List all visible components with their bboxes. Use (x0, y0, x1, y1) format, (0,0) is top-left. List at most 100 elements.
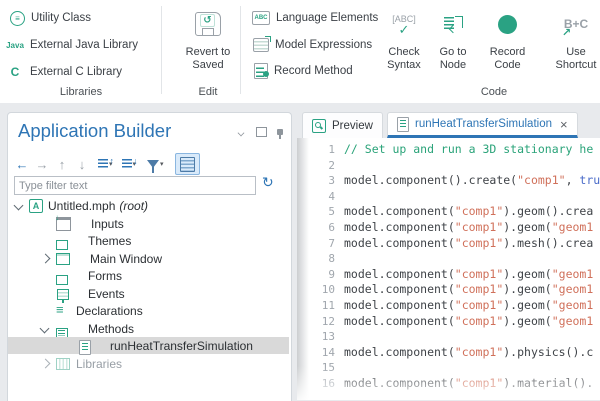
back-button[interactable]: ← (12, 157, 32, 172)
tab-preview[interactable]: Preview (302, 112, 383, 138)
code-text: model.component("comp1").geom().crea (344, 204, 593, 220)
revert-to-saved-label: Revert to Saved (180, 46, 236, 72)
code-line[interactable]: 3model.component().create("comp1", tru (297, 173, 600, 189)
tree-item-label: runHeatTransferSimulation (110, 339, 253, 353)
check-syntax-icon: [ABC] ✓ (392, 14, 416, 35)
main-window-icon (56, 253, 70, 265)
language-elements-button[interactable]: ABC Language Elements (252, 9, 378, 27)
code-line[interactable]: 10model.component("comp1").geom("geom1 (297, 282, 600, 298)
app-root-icon: A (29, 199, 43, 213)
code-text: model.component("comp1").geom("geom1 (344, 267, 593, 283)
ne-arrow-icon: ↗ (562, 27, 571, 39)
code-text: // Set up and run a 3D stationary he (344, 142, 593, 158)
code-text: model.component("comp1").geom("geom1 (344, 314, 593, 330)
application-builder-panel: Application Builder ← → ↑ ↓ ↑ ▾ ↓ ▾ ▾ ↻ … (7, 112, 292, 401)
go-to-node-icon (444, 16, 462, 32)
tree-item-methods[interactable]: Methods (8, 320, 289, 337)
record-code-button[interactable]: Record Code (481, 6, 534, 96)
tree-item-label: Events (88, 287, 125, 301)
code-line[interactable]: 6model.component("comp1").geom("geom1 (297, 220, 600, 236)
tree-item-run-heat-transfer-simulation[interactable]: runHeatTransferSimulation (8, 337, 289, 354)
external-java-library-button[interactable]: Java External Java Library (6, 36, 138, 54)
move-down-button[interactable]: ↓ (72, 157, 92, 172)
code-line[interactable]: 7model.component("comp1").mesh().crea (297, 236, 600, 252)
tab-label: Preview (332, 120, 373, 132)
use-shortcut-label: Use Shortcut (546, 46, 600, 72)
tree-item-main-window[interactable]: Main Window (8, 250, 289, 267)
tree-item-label: Untitled.mph (48, 199, 115, 213)
c-icon: C (6, 65, 24, 79)
move-up-button[interactable]: ↑ (52, 157, 72, 172)
refresh-icon[interactable]: ↻ (262, 174, 274, 191)
code-line[interactable]: 4 (297, 189, 600, 205)
record-method-label: Record Method (274, 65, 353, 77)
go-to-node-button[interactable]: Go to Node (431, 6, 475, 96)
record-method-icon (254, 63, 268, 79)
tree-item-libraries[interactable]: Libraries (8, 355, 289, 372)
expand-all-icon[interactable]: ↓ (122, 159, 132, 170)
external-c-library-button[interactable]: C External C Library (6, 63, 122, 81)
tree-item-declarations[interactable]: ≡ Declarations (8, 302, 289, 319)
code-line[interactable]: 12model.component("comp1").geom("geom1 (297, 314, 600, 330)
revert-to-saved-button[interactable]: ↺ Revert to Saved (180, 6, 236, 96)
tree-item-forms[interactable]: Forms (8, 267, 289, 284)
model-expressions-button[interactable]: Model Expressions (253, 36, 372, 54)
language-elements-label: Language Elements (276, 12, 378, 24)
code-lines: 1// Set up and run a 3D stationary he23m… (297, 142, 600, 392)
code-line[interactable]: 15 (297, 360, 600, 376)
expander-icon[interactable] (41, 359, 51, 369)
tree-item-label: Main Window (90, 252, 162, 266)
tree-item-label: Forms (88, 269, 122, 283)
code-editor[interactable]: 1// Set up and run a 3D stationary he23m… (297, 138, 600, 400)
code-line[interactable]: 11model.component("comp1").geom("geom1 (297, 298, 600, 314)
check-syntax-button[interactable]: [ABC] ✓ Check Syntax (379, 6, 429, 96)
use-shortcut-button[interactable]: B+C ↗ Use Shortcut (546, 6, 600, 96)
panel-pin-icon[interactable] (277, 129, 283, 135)
code-text: model.component("comp1").geom("geom1 (344, 282, 593, 298)
inputs-icon (56, 217, 71, 231)
filter-funnel-icon[interactable] (147, 160, 159, 168)
tree-item-label: Themes (88, 234, 131, 248)
checkmark-icon: ✓ (399, 24, 410, 35)
java-icon: Java (6, 41, 24, 50)
tree-item-root[interactable]: A Untitled.mph (root) (8, 197, 289, 214)
ribbon-group-separator (240, 6, 241, 94)
panel-chevron-down-icon[interactable] (238, 130, 246, 135)
show-panel-toggle-button[interactable] (175, 153, 200, 175)
record-method-button[interactable]: Record Method (254, 62, 353, 80)
forward-button[interactable]: → (32, 157, 52, 172)
code-line[interactable]: 8 (297, 251, 600, 267)
utility-class-label: Utility Class (31, 12, 91, 24)
tree-item-events[interactable]: Events (8, 285, 289, 302)
utility-class-button[interactable]: ≡ Utility Class (10, 9, 91, 27)
events-icon (57, 289, 69, 300)
ribbon: ≡ Utility Class Java External Java Libra… (0, 0, 600, 103)
code-text: model.component("comp1").geom("geom1 (344, 220, 593, 236)
declarations-icon: ≡ (56, 305, 64, 315)
code-text: model.component("comp1").physics().c (344, 345, 593, 361)
expander-icon[interactable] (14, 201, 24, 211)
tab-run-heat-transfer-simulation[interactable]: runHeatTransferSimulation × (387, 112, 578, 138)
filter-input[interactable] (14, 176, 256, 195)
code-line[interactable]: 1// Set up and run a 3D stationary he (297, 142, 600, 158)
code-line[interactable]: 5model.component("comp1").geom().crea (297, 204, 600, 220)
code-line[interactable]: 13 (297, 329, 600, 345)
tree-item-label: Libraries (76, 357, 122, 371)
panel-float-icon[interactable] (256, 127, 267, 137)
show-panel-icon (180, 157, 195, 172)
tree-item-themes[interactable]: Themes (8, 232, 289, 249)
code-line[interactable]: 2 (297, 158, 600, 174)
record-code-label: Record Code (481, 46, 534, 72)
external-java-library-label: External Java Library (30, 39, 138, 51)
code-line[interactable]: 14model.component("comp1").physics().c (297, 345, 600, 361)
code-line[interactable]: 9model.component("comp1").geom("geom1 (297, 267, 600, 283)
tree-item-inputs[interactable]: Inputs (8, 215, 289, 232)
expander-icon[interactable] (41, 254, 51, 264)
panel-toolbar: ← → ↑ ↓ ↑ ▾ ↓ ▾ ▾ (12, 154, 200, 174)
close-icon[interactable]: × (560, 117, 568, 132)
expander-icon[interactable] (40, 324, 50, 334)
code-line[interactable]: 16model.component("comp1").material(). (297, 376, 600, 392)
tree-item-label: Inputs (91, 217, 124, 231)
collapse-all-icon[interactable]: ↑ (98, 159, 108, 170)
filter-caret-icon[interactable]: ▾ (160, 160, 164, 168)
